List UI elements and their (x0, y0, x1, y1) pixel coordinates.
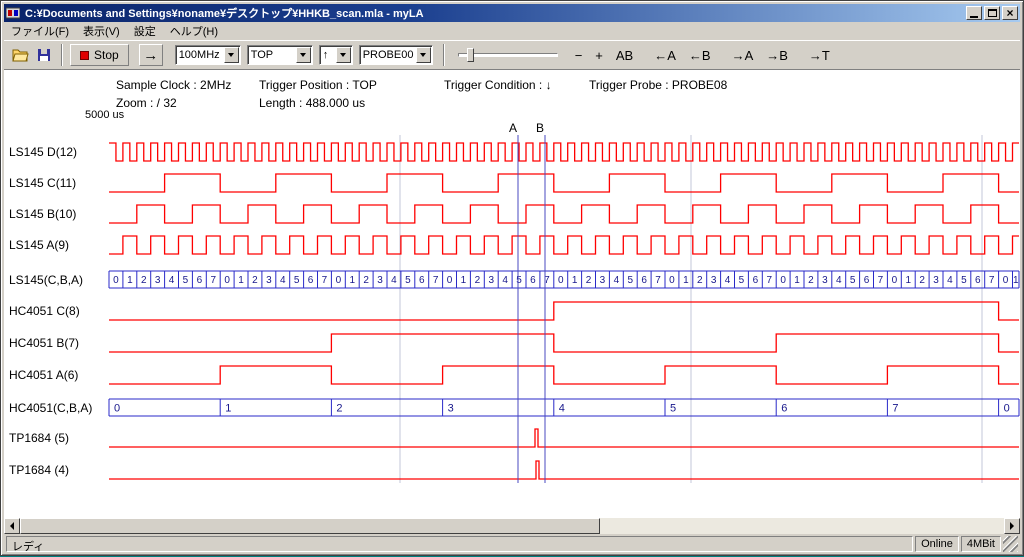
scroll-thumb[interactable] (20, 518, 600, 534)
window-title: C:¥Documents and Settings¥noname¥デスクトップ¥… (25, 5, 966, 21)
toolbar-group: →A→B (728, 47, 792, 64)
channel-label-ls145-a-9[interactable]: LS145 A(9) (9, 238, 69, 252)
zoom-out-button[interactable]: − (571, 47, 587, 64)
scroll-left-icon (10, 522, 14, 530)
toolbar: Stop → 100MHz TOP ↑ PROBE00 −+AB←A←B→A→B… (4, 40, 1020, 70)
maximize-button[interactable] (984, 6, 1000, 20)
status-memory: 4MBit (961, 536, 1001, 552)
goto-trigger-button[interactable]: →T (805, 47, 834, 64)
channel-label-hc4051-c-8[interactable]: HC4051 C(8) (9, 304, 80, 318)
scroll-right-icon (1010, 522, 1014, 530)
channel-label-ls145-c-11[interactable]: LS145 C(11) (9, 176, 76, 190)
next-edge-a-button[interactable]: →A (728, 47, 758, 64)
next-edge-b-button[interactable]: →B (762, 47, 792, 64)
probe-value: PROBE00 (360, 49, 416, 61)
trigger-position-select[interactable]: TOP (247, 45, 313, 65)
info-trigger-position: Trigger Position : TOP (259, 78, 377, 92)
prev-edge-b-button[interactable]: ←B (685, 47, 715, 64)
status-panels: Online4MBit (915, 536, 1001, 552)
menu-bar: ファイル(F)表示(V)設定ヘルプ(H) (4, 22, 1020, 40)
toolbar-separator (443, 44, 445, 66)
info-trigger-condition: Trigger Condition : ↓ (444, 78, 552, 92)
prev-edge-a-button[interactable]: ←A (650, 47, 680, 64)
scroll-right-button[interactable] (1004, 518, 1020, 534)
channel-label-tp1684-5[interactable]: TP1684 (5) (9, 431, 69, 445)
minimize-button[interactable] (966, 6, 982, 20)
channel-label-ls145-b-10[interactable]: LS145 B(10) (9, 207, 76, 221)
run-arrow-icon: → (143, 48, 158, 63)
info-sample-clock: Sample Clock : 2MHz (116, 78, 231, 92)
info-zoom: Zoom : / 32 (116, 96, 177, 110)
trigger-edge-select[interactable]: ↑ (319, 45, 353, 65)
channel-label-hc4051-b-7[interactable]: HC4051 B(7) (9, 336, 79, 350)
waveform-view (4, 70, 1020, 518)
run-button[interactable]: → (139, 44, 163, 66)
trigger-position-value: TOP (248, 49, 296, 61)
info-trigger-probe: Trigger Probe : PROBE08 (589, 78, 727, 92)
zoom-in-button[interactable]: + (591, 47, 607, 64)
sample-clock-select[interactable]: 100MHz (175, 45, 241, 65)
channel-label-ls145-d-12[interactable]: LS145 D(12) (9, 145, 77, 159)
scroll-left-button[interactable] (4, 518, 20, 534)
info-length: Length : 488.000 us (259, 96, 365, 110)
toolbar-group: →T (805, 47, 834, 64)
sample-clock-value: 100MHz (176, 49, 224, 61)
probe-select[interactable]: PROBE00 (359, 45, 433, 65)
trigger-edge-value: ↑ (320, 49, 336, 61)
channel-label-tp1684-4[interactable]: TP1684 (4) (9, 463, 69, 477)
ab-cursor-button[interactable]: AB (612, 47, 637, 64)
resize-grip[interactable] (1003, 536, 1018, 552)
dropdown-arrow-icon[interactable] (224, 47, 239, 63)
channel-label-hc4051-a-6[interactable]: HC4051 A(6) (9, 368, 78, 382)
window-controls: × (966, 6, 1018, 20)
scroll-track[interactable] (20, 518, 1004, 534)
toolbar-group: ←A ←B (650, 47, 714, 64)
maximize-icon (988, 9, 997, 17)
close-icon: × (1006, 8, 1013, 18)
minimize-icon (970, 16, 978, 18)
zoom-slider-thumb[interactable] (467, 48, 474, 62)
menu-settings[interactable]: 設定 (127, 21, 163, 41)
title-bar[interactable]: C:¥Documents and Settings¥noname¥デスクトップ¥… (4, 4, 1020, 22)
dropdown-arrow-icon[interactable] (296, 47, 311, 63)
horizontal-scrollbar[interactable] (4, 518, 1020, 534)
channel-label-column: LS145 D(12) LS145 C(11) LS145 B(10) LS145 A… (1, 1, 107, 557)
dropdown-arrow-icon[interactable] (336, 47, 351, 63)
status-bar: レディ Online4MBit (4, 534, 1020, 554)
status-online: Online (915, 536, 959, 552)
nav-buttons: −+ AB ←A ←B →A→B →T (558, 47, 834, 64)
channel-label-hc4051-c-b-a[interactable]: HC4051(C,B,A) (9, 401, 92, 415)
app-window: C:¥Documents and Settings¥noname¥デスクトップ¥… (0, 0, 1024, 556)
menu-help[interactable]: ヘルプ(H) (163, 21, 225, 41)
close-button[interactable]: × (1002, 6, 1018, 20)
status-message: レディ (6, 536, 913, 552)
channel-label-ls145-c-b-a[interactable]: LS145(C,B,A) (9, 273, 83, 287)
dropdown-arrow-icon[interactable] (416, 47, 431, 63)
zoom-slider[interactable] (458, 45, 558, 65)
toolbar-group: −+ AB (571, 47, 638, 64)
